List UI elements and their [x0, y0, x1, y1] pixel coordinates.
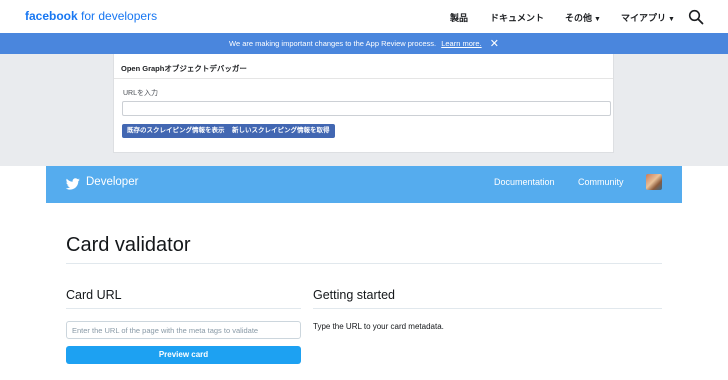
getting-started-text: Type the URL to your card metadata.	[313, 322, 444, 331]
caret-down-icon: ▼	[668, 16, 675, 23]
close-icon[interactable]: ✕	[490, 34, 499, 55]
fb-nav-documents[interactable]: ドキュメント	[490, 11, 544, 24]
nav-documentation[interactable]: Documentation	[494, 177, 555, 187]
nav-community[interactable]: Community	[578, 177, 624, 187]
banner-message: We are making important changes to the A…	[229, 39, 437, 48]
fb-nav-more-label: その他	[565, 13, 593, 23]
og-debugger-title: Open Graphオブジェクトデバッガー	[121, 64, 247, 73]
preview-card-button[interactable]: Preview card	[66, 346, 301, 364]
getting-started-divider	[313, 308, 662, 309]
card-url-heading: Card URL	[66, 288, 122, 302]
search-icon[interactable]	[688, 9, 704, 25]
caret-down-icon: ▼	[594, 16, 601, 23]
panel-divider	[114, 78, 613, 79]
fb-logo-suffix: for developers	[81, 9, 158, 23]
show-existing-scrape-button[interactable]: 既存のスクレイピング情報を表示	[122, 124, 230, 138]
fb-logo-brand: facebook	[25, 9, 78, 23]
twitter-bird-icon[interactable]	[66, 178, 80, 190]
og-url-input[interactable]	[122, 101, 611, 116]
card-url-input[interactable]	[66, 321, 301, 339]
twitter-developer-header: Developer Documentation Community	[46, 166, 682, 203]
fetch-new-scrape-button[interactable]: 新しいスクレイピング情報を取得	[227, 124, 335, 138]
app-review-banner: We are making important changes to the A…	[0, 33, 728, 54]
card-url-divider	[66, 308, 301, 309]
getting-started-heading: Getting started	[313, 288, 395, 302]
fb-developers-logo[interactable]: facebook for developers	[25, 9, 157, 23]
og-debugger-panel: Open Graphオブジェクトデバッガー URLを入力 既存のスクレイピング情…	[113, 54, 614, 153]
fb-nav-my-apps-label: マイアプリ	[621, 13, 667, 23]
url-input-label: URLを入力	[123, 90, 159, 97]
fb-nav-products[interactable]: 製品	[450, 11, 468, 24]
fb-nav-products-label: 製品	[450, 13, 469, 23]
developer-brand[interactable]: Developer	[86, 176, 138, 188]
learn-more-link[interactable]: Learn more.	[441, 39, 481, 48]
page-title: Card validator	[66, 234, 191, 256]
user-avatar[interactable]	[646, 174, 662, 190]
title-divider	[66, 263, 662, 264]
fb-nav-more[interactable]: その他 ▼	[565, 11, 601, 24]
fb-nav-my-apps[interactable]: マイアプリ ▼	[621, 11, 675, 24]
fb-top-header: facebook for developers 製品 ドキュメント その他 ▼ マ…	[0, 0, 728, 33]
fb-nav-documents-label: ドキュメント	[490, 13, 545, 23]
